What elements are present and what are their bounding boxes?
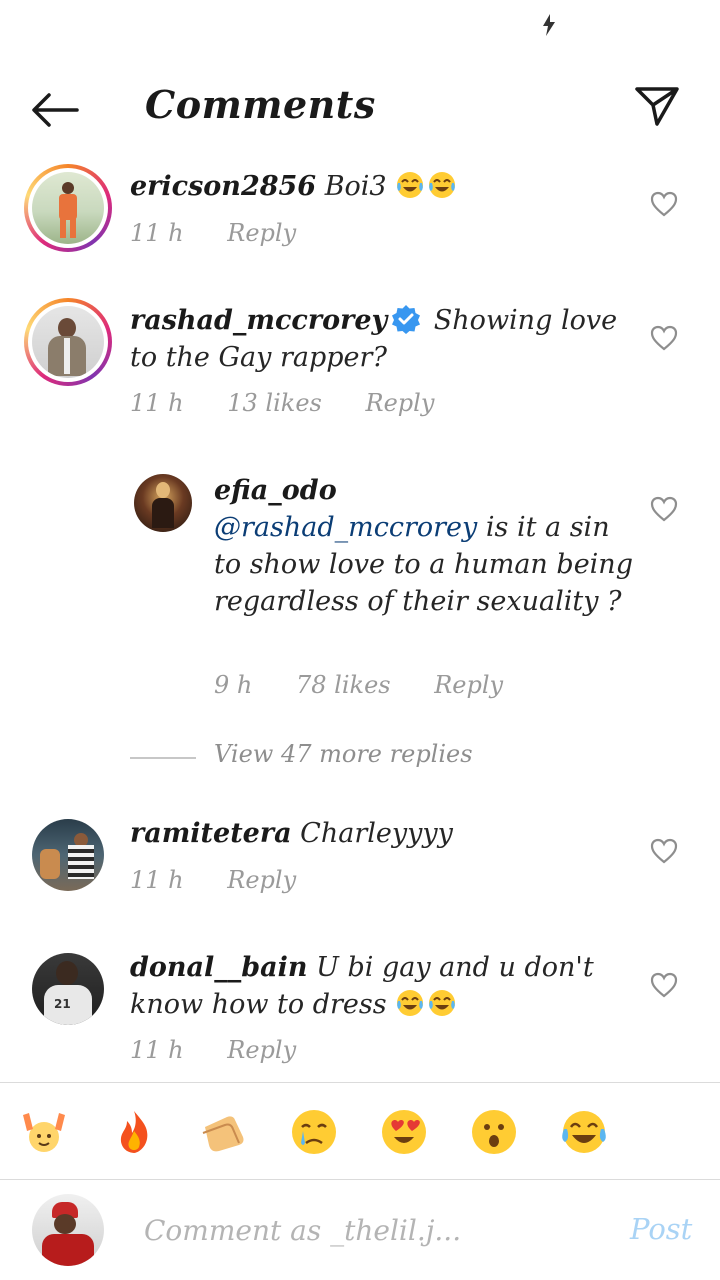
heart-eyes-icon[interactable] bbox=[379, 1107, 429, 1157]
view-more-replies-button[interactable]: View 47 more replies bbox=[130, 740, 530, 776]
comment-meta: 11 h Reply bbox=[130, 1036, 332, 1064]
share-button[interactable] bbox=[630, 82, 684, 130]
emoji-reaction-bar bbox=[0, 1083, 720, 1179]
comment-username[interactable]: efia_odo bbox=[214, 472, 634, 509]
crying-face-icon[interactable] bbox=[289, 1107, 339, 1157]
comment-meta: 9 h 78 likes Reply bbox=[214, 671, 539, 699]
comment-time: 11 h bbox=[130, 219, 184, 247]
header: Comments bbox=[0, 62, 720, 152]
avatar[interactable] bbox=[134, 474, 192, 532]
like-heart-icon[interactable] bbox=[650, 838, 678, 864]
post-button[interactable]: Post bbox=[630, 1212, 692, 1246]
view-more-replies-label: View 47 more replies bbox=[214, 740, 473, 768]
comment-username[interactable]: rashad_mccrorey bbox=[130, 305, 387, 336]
divider bbox=[130, 757, 196, 759]
comment-body: ramitetera Charleyyyy bbox=[130, 815, 630, 852]
current-user-avatar bbox=[32, 1194, 104, 1266]
like-heart-icon[interactable] bbox=[650, 325, 678, 351]
comment-meta: 11 h Reply bbox=[130, 866, 332, 894]
comment-body: donal__bain U bi gay and u don't know ho… bbox=[130, 949, 630, 1023]
comment-body: rashad_mccrorey Showing love to the Gay … bbox=[130, 302, 630, 376]
comment-username[interactable]: ericson2856 bbox=[130, 171, 316, 202]
comment-username[interactable]: ramitetera bbox=[130, 818, 292, 849]
raising-hands-icon[interactable] bbox=[19, 1107, 69, 1157]
verified-badge-icon bbox=[392, 305, 421, 334]
back-arrow-icon bbox=[32, 93, 79, 127]
avatar[interactable] bbox=[32, 819, 104, 891]
reply-button[interactable]: Reply bbox=[434, 671, 503, 699]
likes-count[interactable]: 13 likes bbox=[227, 389, 322, 417]
tears-of-joy-icon bbox=[397, 172, 424, 198]
surprised-face-icon[interactable] bbox=[469, 1107, 519, 1157]
clapping-hands-icon[interactable] bbox=[199, 1107, 249, 1157]
tears-of-joy-icon bbox=[429, 990, 456, 1016]
avatar[interactable]: 21 bbox=[32, 953, 104, 1025]
reply-button[interactable]: Reply bbox=[366, 389, 435, 417]
tears-of-joy-icon bbox=[397, 990, 424, 1016]
avatar bbox=[32, 306, 104, 378]
comment-time: 9 h bbox=[214, 671, 253, 699]
comment-composer: Post bbox=[0, 1180, 720, 1280]
comment-input[interactable] bbox=[144, 1210, 604, 1250]
page-title: Comments bbox=[145, 82, 376, 127]
comment-body: efia_odo @rashad_mccrorey is it a sin to… bbox=[214, 472, 634, 620]
comment-text: Charleyyyy bbox=[300, 818, 453, 849]
likes-count[interactable]: 78 likes bbox=[296, 671, 391, 699]
comment-meta: 11 h Reply bbox=[130, 219, 332, 247]
comment-time: 11 h bbox=[130, 389, 184, 417]
reply-button[interactable]: Reply bbox=[227, 219, 296, 247]
comment-username[interactable]: donal__bain bbox=[130, 952, 308, 983]
avatar bbox=[32, 172, 104, 244]
fire-icon[interactable] bbox=[109, 1107, 159, 1157]
like-heart-icon[interactable] bbox=[650, 972, 678, 998]
like-heart-icon[interactable] bbox=[650, 496, 678, 522]
comment-time: 11 h bbox=[130, 1036, 184, 1064]
avatar-story-ring[interactable] bbox=[24, 298, 112, 386]
reply-button[interactable]: Reply bbox=[227, 1036, 296, 1064]
reply-button[interactable]: Reply bbox=[227, 866, 296, 894]
mention-link[interactable]: @rashad_mccrorey bbox=[214, 512, 477, 543]
avatar-story-ring[interactable] bbox=[24, 164, 112, 252]
like-heart-icon[interactable] bbox=[650, 191, 678, 217]
tears-of-joy-icon[interactable] bbox=[559, 1107, 609, 1157]
back-button[interactable] bbox=[26, 86, 84, 134]
comment-meta: 11 h 13 likes Reply bbox=[130, 389, 470, 417]
comment-body: ericson2856 Boi3 bbox=[130, 168, 630, 205]
flash-icon bbox=[543, 14, 555, 36]
status-bar bbox=[0, 0, 720, 50]
comment-time: 11 h bbox=[130, 866, 184, 894]
comment-text: Boi3 bbox=[324, 171, 387, 202]
paper-plane-icon bbox=[635, 87, 679, 126]
tears-of-joy-icon bbox=[429, 172, 456, 198]
